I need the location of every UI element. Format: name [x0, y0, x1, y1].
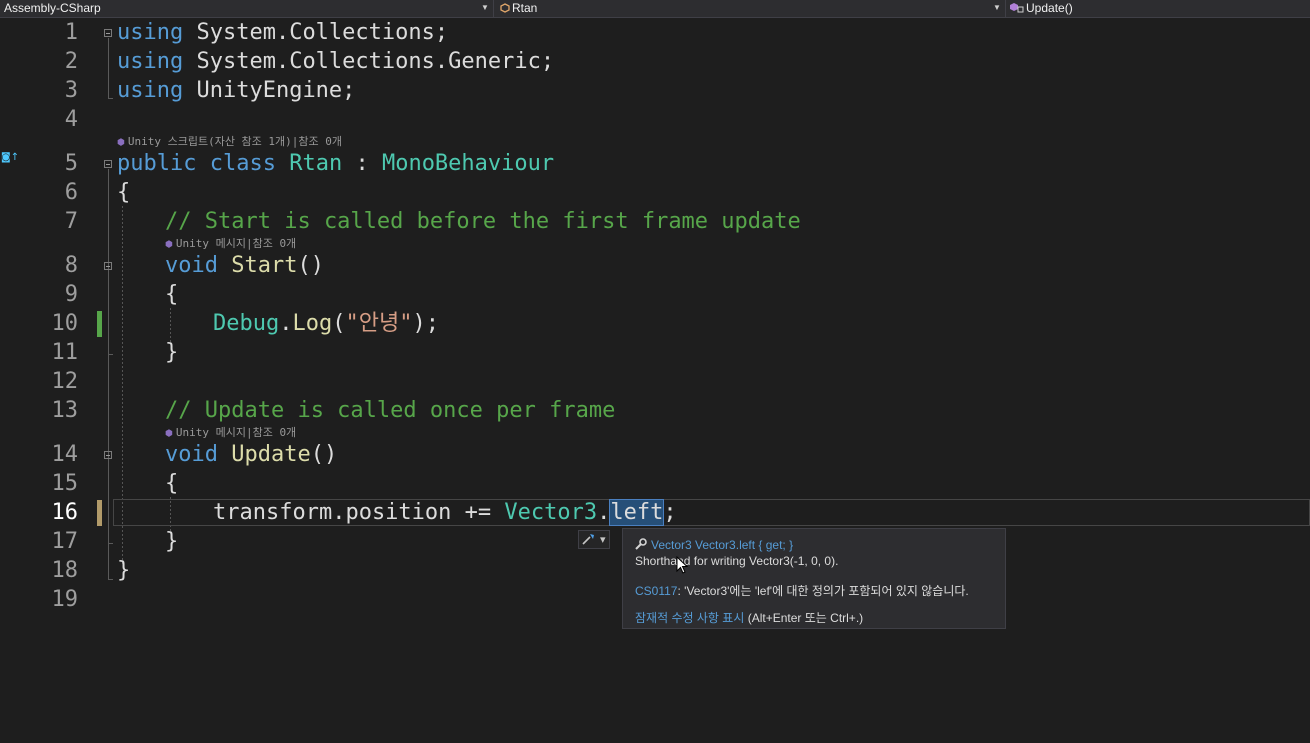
chevron-down-icon: ▼	[481, 3, 489, 12]
code-line-10[interactable]: Debug.Log("안녕");	[213, 311, 439, 337]
tooltip-fix: 잠재적 수정 사항 표시 (Alt+Enter 또는 Ctrl+.)	[635, 611, 864, 625]
project-dropdown[interactable]: Assembly-CSharp ▼	[0, 0, 492, 17]
change-indicator-unsaved	[97, 500, 102, 526]
chevron-down-icon: ▾	[599, 533, 606, 546]
line-number: 4	[64, 107, 78, 132]
code-line-1[interactable]: using System.Collections;	[117, 20, 448, 46]
selected-text[interactable]: left	[609, 499, 665, 526]
line-number: 5	[64, 151, 78, 176]
codelens-update[interactable]: ⬢ Unity 메시지|참조 0개	[165, 426, 296, 441]
code-line-16[interactable]: transform.position += Vector3.left;	[213, 499, 677, 526]
line-number: 2	[64, 49, 78, 74]
screwdriver-icon	[582, 533, 600, 546]
project-label: Assembly-CSharp	[4, 1, 101, 15]
line-number: 7	[64, 209, 78, 234]
line-number-current: 16	[51, 500, 79, 525]
type-dropdown[interactable]: Rtan ▼	[496, 0, 1004, 17]
show-fixes-link[interactable]: 잠재적 수정 사항 표시	[635, 611, 744, 625]
line-number: 6	[64, 180, 78, 205]
code-line-2[interactable]: using System.Collections.Generic;	[117, 49, 554, 75]
collapse-toggle[interactable]	[104, 29, 112, 37]
method-icon	[1010, 1, 1024, 13]
collapse-toggle[interactable]	[104, 160, 112, 168]
navigation-bar: Assembly-CSharp ▼ Rtan ▼ Update()	[0, 0, 1310, 18]
line-number: 17	[51, 529, 79, 554]
codelens-start[interactable]: ⬢ Unity 메시지|참조 0개	[165, 237, 296, 252]
tooltip-error: CS0117: 'Vector3'에는 'lef'에 대한 정의가 포함되어 있…	[635, 584, 969, 598]
fold-guide	[108, 460, 109, 543]
line-number: 8	[64, 253, 78, 278]
line-number: 10	[51, 311, 79, 336]
member-dropdown[interactable]: Update()	[1008, 0, 1310, 17]
code-line-15[interactable]: {	[165, 471, 178, 497]
code-line-9[interactable]: {	[165, 282, 178, 308]
unity-icon: ⬢	[117, 138, 125, 148]
code-line-11[interactable]: }	[165, 340, 178, 366]
line-number: 13	[51, 398, 79, 423]
code-line-5[interactable]: public class Rtan : MonoBehaviour	[117, 151, 554, 177]
code-line-17[interactable]: }	[165, 529, 178, 555]
quick-actions-button[interactable]: ▾	[578, 530, 610, 549]
line-number: 14	[51, 442, 79, 467]
line-number: 12	[51, 369, 79, 394]
chevron-down-icon: ▼	[993, 3, 1001, 12]
line-number: 15	[51, 471, 79, 496]
code-line-8[interactable]: void Start()	[165, 253, 324, 279]
line-number: 18	[51, 558, 79, 583]
code-line-14[interactable]: void Update()	[165, 442, 337, 468]
type-label: Rtan	[512, 1, 538, 15]
nav-separator	[1005, 0, 1006, 17]
mouse-cursor-icon	[676, 555, 689, 578]
line-number: 9	[64, 282, 78, 307]
collapse-toggle[interactable]	[104, 262, 112, 270]
fold-guide	[108, 38, 109, 98]
code-line-6[interactable]: {	[117, 180, 130, 206]
code-line-3[interactable]: using UnityEngine;	[117, 78, 355, 104]
class-icon	[500, 1, 510, 13]
fold-guide-end	[108, 543, 113, 544]
error-code-link[interactable]: CS0117	[635, 584, 677, 598]
tooltip-signature: Vector3 Vector3.left { get; }	[635, 538, 793, 552]
indent-guide	[170, 308, 171, 344]
fold-guide-end	[108, 354, 113, 355]
code-line-7[interactable]: // Start is called before the first fram…	[165, 209, 801, 235]
fold-guide-end	[108, 579, 113, 580]
line-number: 19	[51, 587, 79, 612]
code-line-18[interactable]: }	[117, 558, 130, 584]
code-line-13[interactable]: // Update is called once per frame	[165, 398, 615, 424]
line-number: 3	[64, 78, 78, 103]
line-number: 11	[51, 340, 79, 365]
change-indicator-saved	[97, 311, 102, 337]
unity-icon: ⬢	[165, 429, 173, 439]
fold-guide-end	[108, 98, 113, 99]
quick-info-tooltip: Vector3 Vector3.left { get; } Shorthand …	[622, 528, 1006, 629]
codelens-class[interactable]: ⬢ Unity 스크립트(자산 참조 1개)|참조 0개	[117, 135, 342, 150]
collapse-toggle[interactable]	[104, 451, 112, 459]
line-number: 1	[64, 20, 78, 45]
unity-icon: ⬢	[165, 240, 173, 250]
fold-guide	[108, 271, 109, 354]
tooltip-description: Shorthand for writing Vector3(-1, 0, 0).	[635, 554, 839, 568]
member-label: Update()	[1026, 1, 1073, 15]
nav-separator	[493, 0, 494, 17]
wrench-icon	[635, 538, 647, 552]
implements-marker-icon[interactable]: ◙↑	[1, 152, 19, 163]
